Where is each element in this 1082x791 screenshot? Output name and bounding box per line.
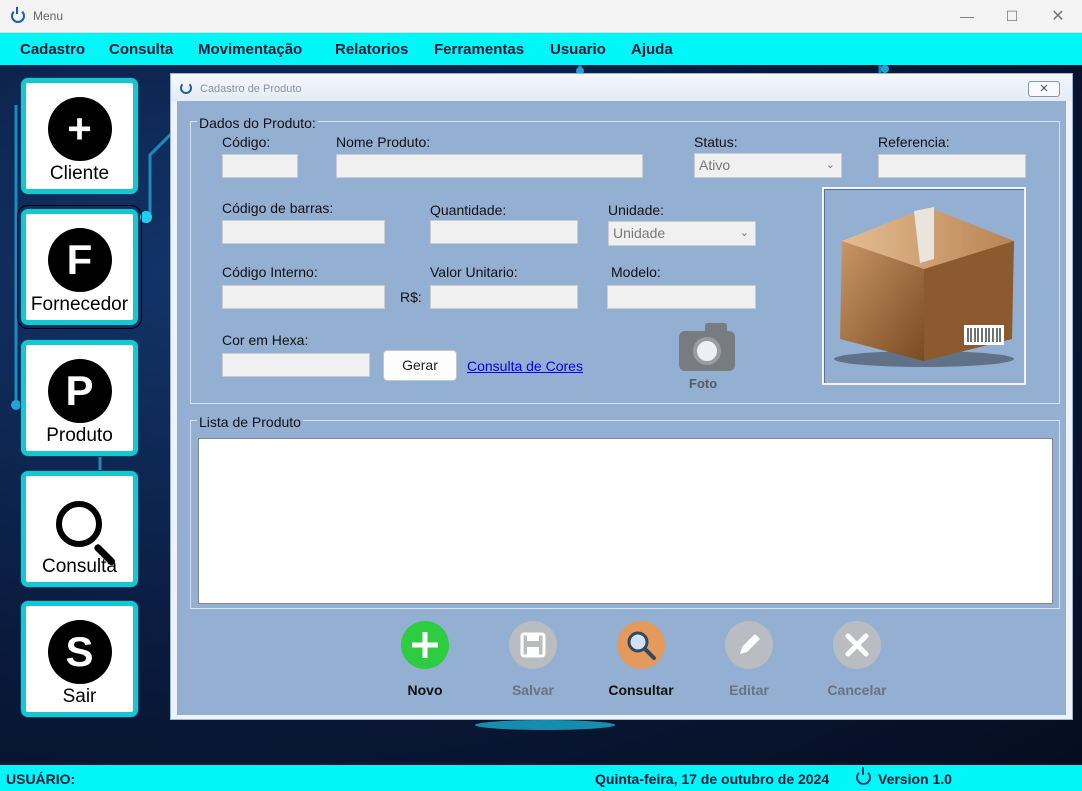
unidade-selected-value: Unidade bbox=[613, 225, 666, 241]
consultar-label: Consultar bbox=[608, 682, 674, 698]
version-label: Version 1.0 bbox=[878, 771, 952, 787]
sidebar-label-sair: Sair bbox=[62, 686, 97, 707]
menu-movimentacao[interactable]: Movimentação bbox=[198, 41, 302, 58]
label-quantidade: Quantidade: bbox=[430, 202, 507, 218]
menu-relatorios[interactable]: Relatorios bbox=[335, 41, 408, 58]
status-selected-value: Ativo bbox=[699, 157, 731, 173]
close-button[interactable]: ✕ bbox=[1035, 0, 1081, 33]
label-currency: R$: bbox=[400, 289, 422, 305]
letter-p-icon: P bbox=[47, 359, 112, 423]
label-referencia: Referencia: bbox=[878, 134, 950, 150]
label-codigo-interno: Código Interno: bbox=[222, 264, 318, 280]
power-app-icon bbox=[180, 82, 192, 94]
sidebar-button-produto[interactable]: P Produto bbox=[21, 340, 138, 456]
codigo-interno-input[interactable] bbox=[222, 285, 385, 309]
sidebar-label-consulta: Consulta bbox=[42, 556, 117, 577]
magnifier-icon bbox=[56, 501, 102, 547]
salvar-button[interactable]: Salvar bbox=[483, 621, 583, 701]
valor-unitario-input[interactable] bbox=[430, 285, 578, 309]
sidebar-button-consulta[interactable]: Consulta bbox=[21, 471, 138, 587]
unidade-select[interactable]: Unidade ⌄ bbox=[608, 221, 756, 246]
menu-consulta[interactable]: Consulta bbox=[109, 41, 173, 58]
modelo-input[interactable] bbox=[607, 285, 756, 309]
user-label: USUÁRIO: bbox=[6, 771, 76, 787]
camera-icon[interactable] bbox=[679, 323, 735, 371]
child-window-title: Cadastro de Produto bbox=[200, 83, 302, 95]
consultar-button[interactable]: Consultar bbox=[591, 621, 691, 701]
letter-s-icon: S bbox=[47, 620, 112, 684]
status-select[interactable]: Ativo ⌄ bbox=[694, 153, 842, 178]
chevron-down-icon: ⌄ bbox=[825, 159, 835, 171]
editar-button[interactable]: Editar bbox=[699, 621, 799, 701]
cancelar-button[interactable]: Cancelar bbox=[807, 621, 907, 701]
cancel-icon bbox=[833, 621, 881, 669]
power-icon bbox=[856, 767, 871, 785]
label-status: Status: bbox=[694, 134, 738, 150]
letter-f-icon: F bbox=[47, 228, 112, 292]
cancelar-label: Cancelar bbox=[827, 682, 887, 698]
window-title: Menu bbox=[33, 9, 64, 23]
editar-label: Editar bbox=[729, 682, 769, 698]
date-label: Quinta-feira, 17 de outubro de 2024 bbox=[595, 771, 830, 787]
group-lista-label: Lista de Produto bbox=[197, 414, 303, 430]
gerar-button[interactable]: Gerar bbox=[383, 350, 457, 381]
product-list[interactable] bbox=[198, 438, 1053, 604]
title-bar: Menu — ☐ ✕ bbox=[0, 0, 1082, 33]
form-body: Dados do Produto: Código: Nome Produto: … bbox=[177, 101, 1066, 715]
sidebar-button-cliente[interactable]: + Cliente bbox=[21, 78, 138, 194]
consulta-cores-link[interactable]: Consulta de Cores bbox=[467, 358, 583, 374]
nome-produto-input[interactable] bbox=[336, 154, 643, 178]
label-codigo: Código: bbox=[222, 134, 271, 150]
label-nome-produto: Nome Produto: bbox=[336, 134, 431, 150]
label-modelo: Modelo: bbox=[611, 264, 661, 280]
pencil-icon bbox=[725, 621, 773, 669]
minimize-button[interactable]: — bbox=[944, 0, 990, 33]
floppy-disk-icon bbox=[509, 621, 557, 669]
plus-circle-icon bbox=[401, 621, 449, 669]
novo-label: Novo bbox=[407, 682, 443, 698]
product-photo[interactable] bbox=[822, 187, 1026, 385]
plus-icon: + bbox=[47, 97, 112, 161]
menu-usuario[interactable]: Usuario bbox=[550, 41, 606, 58]
maximize-button[interactable]: ☐ bbox=[989, 0, 1035, 33]
quantidade-input[interactable] bbox=[430, 220, 578, 244]
sidebar-button-fornecedor[interactable]: F Fornecedor bbox=[17, 205, 142, 329]
codigo-barras-input[interactable] bbox=[222, 220, 385, 244]
cardboard-box-icon bbox=[834, 207, 1014, 367]
sidebar-label-produto: Produto bbox=[46, 425, 113, 446]
label-codigo-barras: Código de barras: bbox=[222, 200, 334, 216]
chevron-down-icon: ⌄ bbox=[739, 227, 749, 239]
salvar-label: Salvar bbox=[511, 682, 555, 698]
menu-ajuda[interactable]: Ajuda bbox=[631, 41, 673, 58]
novo-button[interactable]: Novo bbox=[375, 621, 475, 701]
child-title-bar: Cadastro de Produto ✕ bbox=[171, 74, 1072, 101]
foto-label: Foto bbox=[689, 376, 718, 391]
sidebar-label-fornecedor: Fornecedor bbox=[30, 294, 129, 315]
sidebar-button-sair[interactable]: S Sair bbox=[21, 601, 138, 717]
power-app-icon bbox=[11, 7, 25, 23]
label-cor-hexa: Cor em Hexa: bbox=[222, 332, 309, 348]
sidebar-label-cliente: Cliente bbox=[49, 163, 110, 184]
cor-hexa-input[interactable] bbox=[222, 353, 370, 377]
cadastro-produto-window: Cadastro de Produto ✕ Dados do Produto: … bbox=[170, 73, 1073, 720]
label-valor-unitario: Valor Unitario: bbox=[430, 264, 518, 280]
group-dados-label: Dados do Produto: bbox=[197, 115, 318, 131]
menu-ferramentas[interactable]: Ferramentas bbox=[434, 41, 524, 58]
referencia-input[interactable] bbox=[878, 154, 1026, 178]
status-bar: USUÁRIO: Quinta-feira, 17 de outubro de … bbox=[0, 765, 1082, 791]
child-close-button[interactable]: ✕ bbox=[1028, 81, 1060, 97]
menu-bar: Cadastro Consulta Movimentação Relatorio… bbox=[0, 33, 1082, 65]
label-unidade: Unidade: bbox=[608, 202, 665, 218]
search-icon bbox=[617, 621, 665, 669]
menu-cadastro[interactable]: Cadastro bbox=[20, 41, 85, 58]
codigo-input[interactable] bbox=[222, 154, 298, 178]
